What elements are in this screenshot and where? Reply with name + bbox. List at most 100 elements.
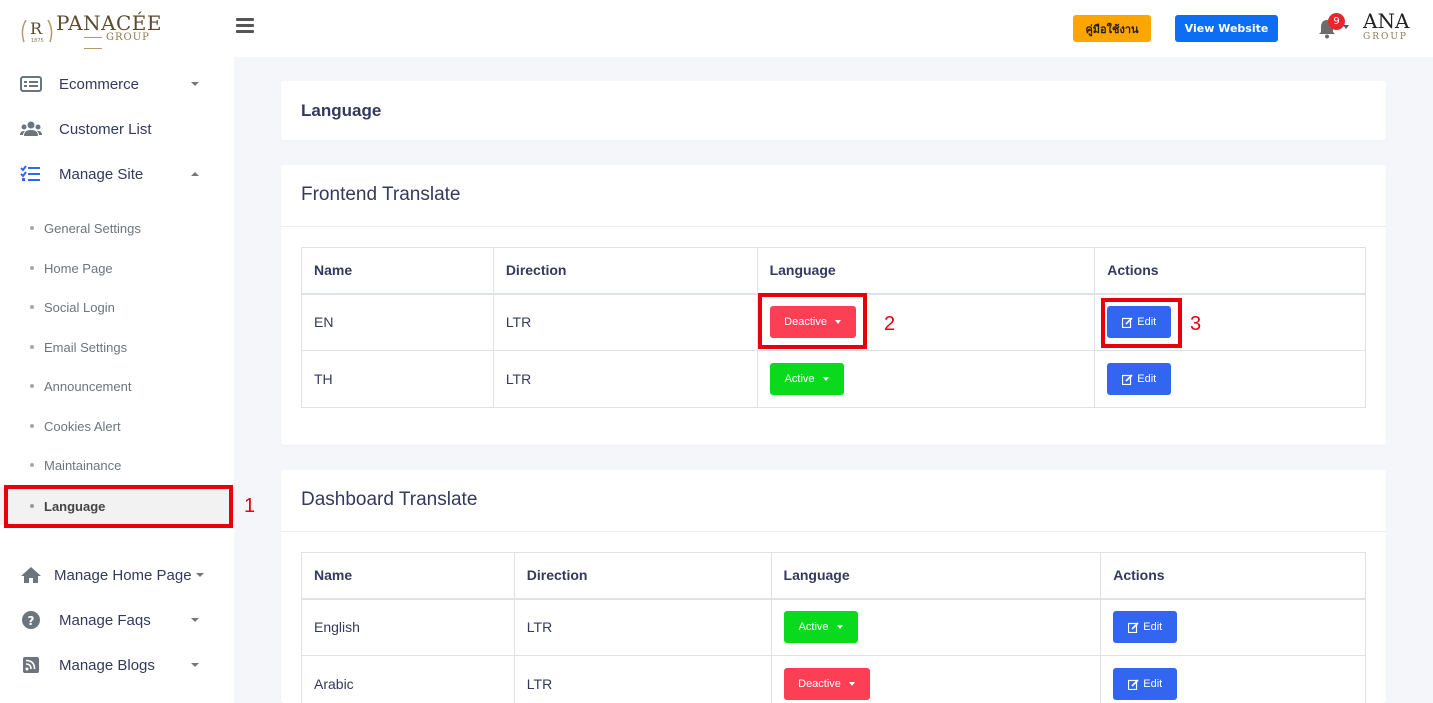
tasks-icon (20, 165, 40, 181)
sidebar-item-customer-list[interactable]: Customer List (0, 109, 234, 149)
dashboard-translate-title: Dashboard Translate (301, 489, 478, 510)
column-header-actions: Actions (1094, 247, 1366, 295)
status-label: Active (784, 373, 815, 385)
user-account-menu[interactable]: ANA GROUP (1363, 10, 1433, 50)
sidebar-subitem-label: Social Login (44, 299, 115, 315)
user-logo-text: ANA (1363, 10, 1410, 33)
edit-button[interactable]: Edit (1113, 668, 1178, 700)
annotation-label-2: 2 (884, 313, 896, 335)
svg-text:?: ? (28, 614, 35, 628)
edit-button[interactable]: Edit (1107, 363, 1172, 395)
chevron-down-icon (1343, 25, 1349, 29)
bullet-icon (30, 384, 34, 388)
cell-direction: LTR (492, 350, 758, 408)
status-dropdown-button[interactable]: Deactive (783, 668, 870, 700)
notifications-button[interactable]: 9 (1316, 13, 1349, 40)
cell-actions: Edit (1100, 655, 1366, 703)
sidebar-subitem-announcement[interactable]: Announcement (0, 367, 234, 405)
cell-actions: Edit (1100, 598, 1366, 656)
column-header-name: Name (301, 247, 494, 295)
card-divider (281, 226, 1386, 227)
annotation-box-2 (758, 293, 867, 349)
user-logo-subtext: GROUP (1363, 32, 1408, 42)
users-icon (20, 121, 42, 136)
caret-down-icon (836, 625, 843, 630)
page-title: Language (301, 101, 382, 120)
chevron-down-icon (196, 573, 204, 577)
sidebar-subitem-label: Email Settings (44, 339, 128, 355)
table-row: English LTR Active Edit (301, 598, 1366, 656)
sidebar-subitem-home-page[interactable]: Home Page (0, 249, 234, 287)
edit-icon (1128, 622, 1139, 633)
sidebar-item-ecommerce[interactable]: Ecommerce (0, 64, 234, 104)
caret-down-icon (848, 682, 855, 686)
sidebar-subitem-label: Home Page (44, 260, 113, 276)
brand-subtitle: GROUP (80, 32, 158, 54)
status-dropdown-button[interactable]: Active (783, 611, 858, 644)
sidebar-subitem-general-settings[interactable]: General Settings (0, 209, 234, 247)
question-circle-icon: ? (22, 611, 40, 629)
cell-name: EN (301, 293, 494, 351)
rss-icon (23, 657, 39, 673)
sidebar-item-manage-blogs[interactable]: Manage Blogs (0, 645, 234, 685)
cell-direction: LTR (513, 655, 772, 703)
sidebar-subitem-label: General Settings (44, 220, 141, 236)
menu-toggle-icon[interactable] (236, 18, 254, 34)
list-alt-icon (20, 76, 42, 92)
cell-direction: LTR (513, 598, 772, 656)
sidebar-item-label: Manage Blogs (59, 656, 155, 674)
top-navbar: R 1875 PANACÉE GROUP คู่มือใช้งาน View W… (0, 0, 1433, 57)
chevron-down-icon (191, 82, 199, 86)
edit-button[interactable]: Edit (1113, 611, 1178, 644)
brand-logo[interactable]: R 1875 PANACÉE GROUP (18, 10, 162, 50)
sidebar-item-manage-site[interactable]: Manage Site (0, 154, 234, 194)
edit-label: Edit (1143, 678, 1163, 690)
user-manual-button[interactable]: คู่มือใช้งาน (1073, 15, 1151, 42)
column-header-language: Language (770, 552, 1102, 600)
sidebar-subitem-social-login[interactable]: Social Login (0, 288, 234, 326)
edit-label: Edit (1137, 373, 1157, 385)
bullet-icon (30, 266, 34, 270)
cell-language: Active (756, 350, 1096, 408)
cell-name: English (301, 598, 515, 656)
cell-name: TH (301, 350, 494, 408)
annotation-box-1 (4, 485, 233, 528)
sidebar-item-label: Customer List (59, 120, 152, 138)
sidebar-subitem-cookies-alert[interactable]: Cookies Alert (0, 407, 234, 445)
column-header-name: Name (301, 552, 515, 600)
sidebar-subitem-email-settings[interactable]: Email Settings (0, 328, 234, 366)
edit-icon (1122, 373, 1133, 385)
chevron-down-icon (191, 663, 199, 667)
frontend-translate-title: Frontend Translate (301, 184, 461, 205)
card-divider (281, 531, 1386, 532)
sidebar-subitem-maintainance[interactable]: Maintainance (0, 446, 234, 484)
dashboard-translate-table: Name Direction Language Actions English … (301, 552, 1366, 703)
status-dropdown-button[interactable]: Active (769, 363, 844, 395)
crest-icon: R 1875 (21, 19, 53, 44)
sidebar-subitem-label: Cookies Alert (44, 418, 121, 434)
sidebar-item-manage-home-page[interactable]: Manage Home Page (0, 555, 234, 595)
status-label: Deactive (798, 678, 841, 690)
edit-icon (1128, 678, 1139, 690)
bullet-icon (30, 463, 34, 467)
column-header-language: Language (756, 247, 1096, 295)
view-website-button[interactable]: View Website (1175, 15, 1278, 42)
sidebar-item-label: Manage Home Page (54, 566, 192, 584)
sidebar-item-manage-faqs[interactable]: ? Manage Faqs (0, 600, 234, 640)
cell-language: Active (770, 598, 1102, 656)
caret-down-icon (822, 377, 829, 381)
page-header-card: Language (281, 81, 1386, 140)
sidebar-item-label: Ecommerce (59, 75, 140, 93)
annotation-box-3 (1101, 298, 1182, 348)
table-row: Arabic LTR Deactive Edit (301, 655, 1366, 703)
sidebar-item-label: Manage Site (59, 165, 144, 183)
bullet-icon (30, 305, 34, 309)
dashboard-translate-card: Dashboard Translate Name Direction Langu… (281, 470, 1386, 703)
bullet-icon (30, 424, 34, 428)
annotation-label-3: 3 (1190, 313, 1202, 335)
cell-direction: LTR (492, 293, 758, 351)
sidebar: Ecommerce Customer List Manage Site Gene… (0, 57, 234, 703)
bullet-icon (30, 226, 34, 230)
edit-label: Edit (1143, 621, 1163, 634)
cell-actions: Edit (1094, 350, 1366, 408)
